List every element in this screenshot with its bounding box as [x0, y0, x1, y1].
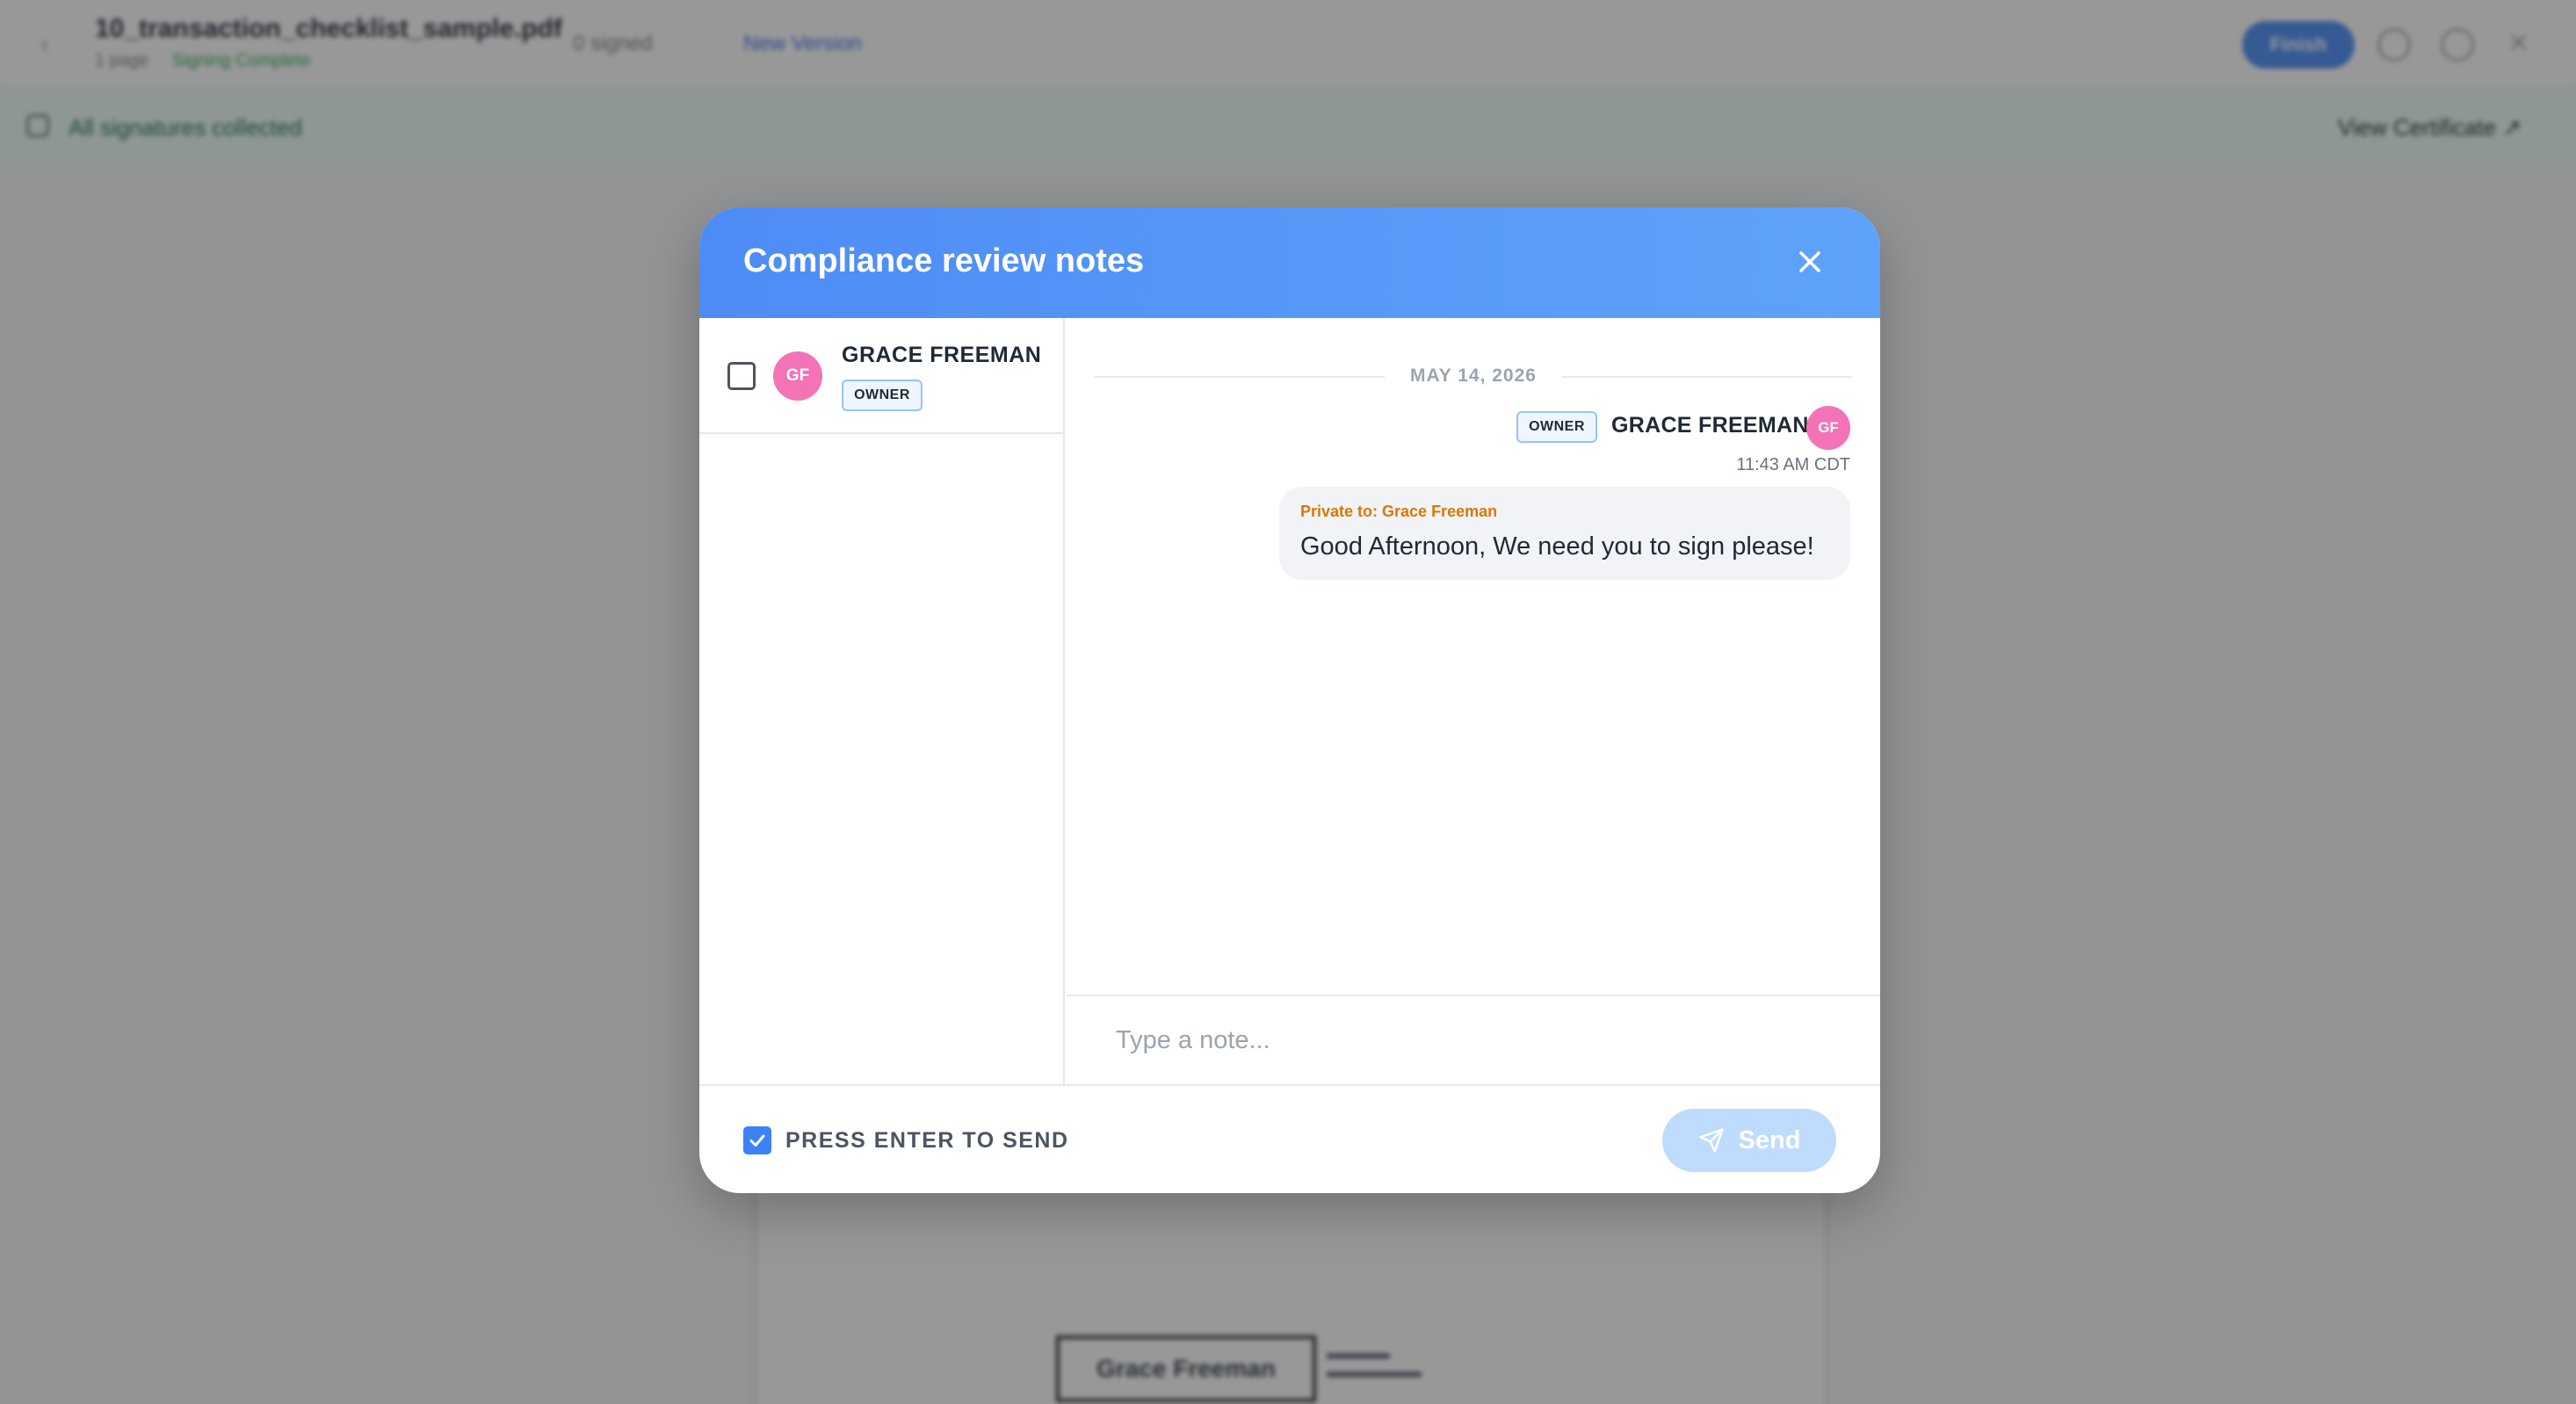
note-input-area	[1067, 995, 1880, 1084]
send-button[interactable]: Send	[1662, 1109, 1836, 1172]
send-icon	[1698, 1128, 1724, 1153]
press-enter-label: PRESS ENTER TO SEND	[785, 1128, 1069, 1153]
modal-title: Compliance review notes	[743, 242, 1145, 279]
message-bubble: Private to: Grace Freeman Good Afternoon…	[1279, 487, 1850, 580]
close-icon[interactable]	[1791, 242, 1829, 281]
checkmark-icon	[749, 1134, 765, 1147]
send-label: Send	[1738, 1125, 1801, 1154]
participants-list: GF GRACE FREEMAN OWNER	[699, 318, 1065, 1084]
role-badge: OWNER	[842, 380, 923, 411]
modal-header: Compliance review notes	[699, 207, 1880, 318]
modal-footer: PRESS ENTER TO SEND Send	[699, 1084, 1880, 1193]
note-input[interactable]	[1067, 996, 1880, 1084]
message-avatar: GF	[1806, 406, 1850, 450]
notes-thread: MAY 14, 2026 OWNER GRACE FREEMAN GF 11:4…	[1067, 318, 1880, 995]
message-role-badge: OWNER	[1516, 411, 1597, 443]
message-text: Good Afternoon, We need you to sign plea…	[1300, 532, 1814, 561]
message-author: GRACE FREEMAN	[1611, 413, 1809, 438]
participant-name: GRACE FREEMAN	[842, 343, 1042, 367]
press-enter-checkbox[interactable]	[743, 1126, 771, 1154]
private-label: Private to: Grace Freeman	[1300, 503, 1498, 520]
compliance-notes-modal: Compliance review notes GF GRACE FREEMAN…	[699, 207, 1880, 1193]
message-timestamp: 11:43 AM CDT	[1736, 455, 1850, 474]
participant-checkbox[interactable]	[727, 362, 756, 390]
divider	[1562, 376, 1852, 378]
participant-item[interactable]: GF GRACE FREEMAN OWNER	[699, 318, 1063, 434]
avatar: GF	[773, 351, 822, 401]
